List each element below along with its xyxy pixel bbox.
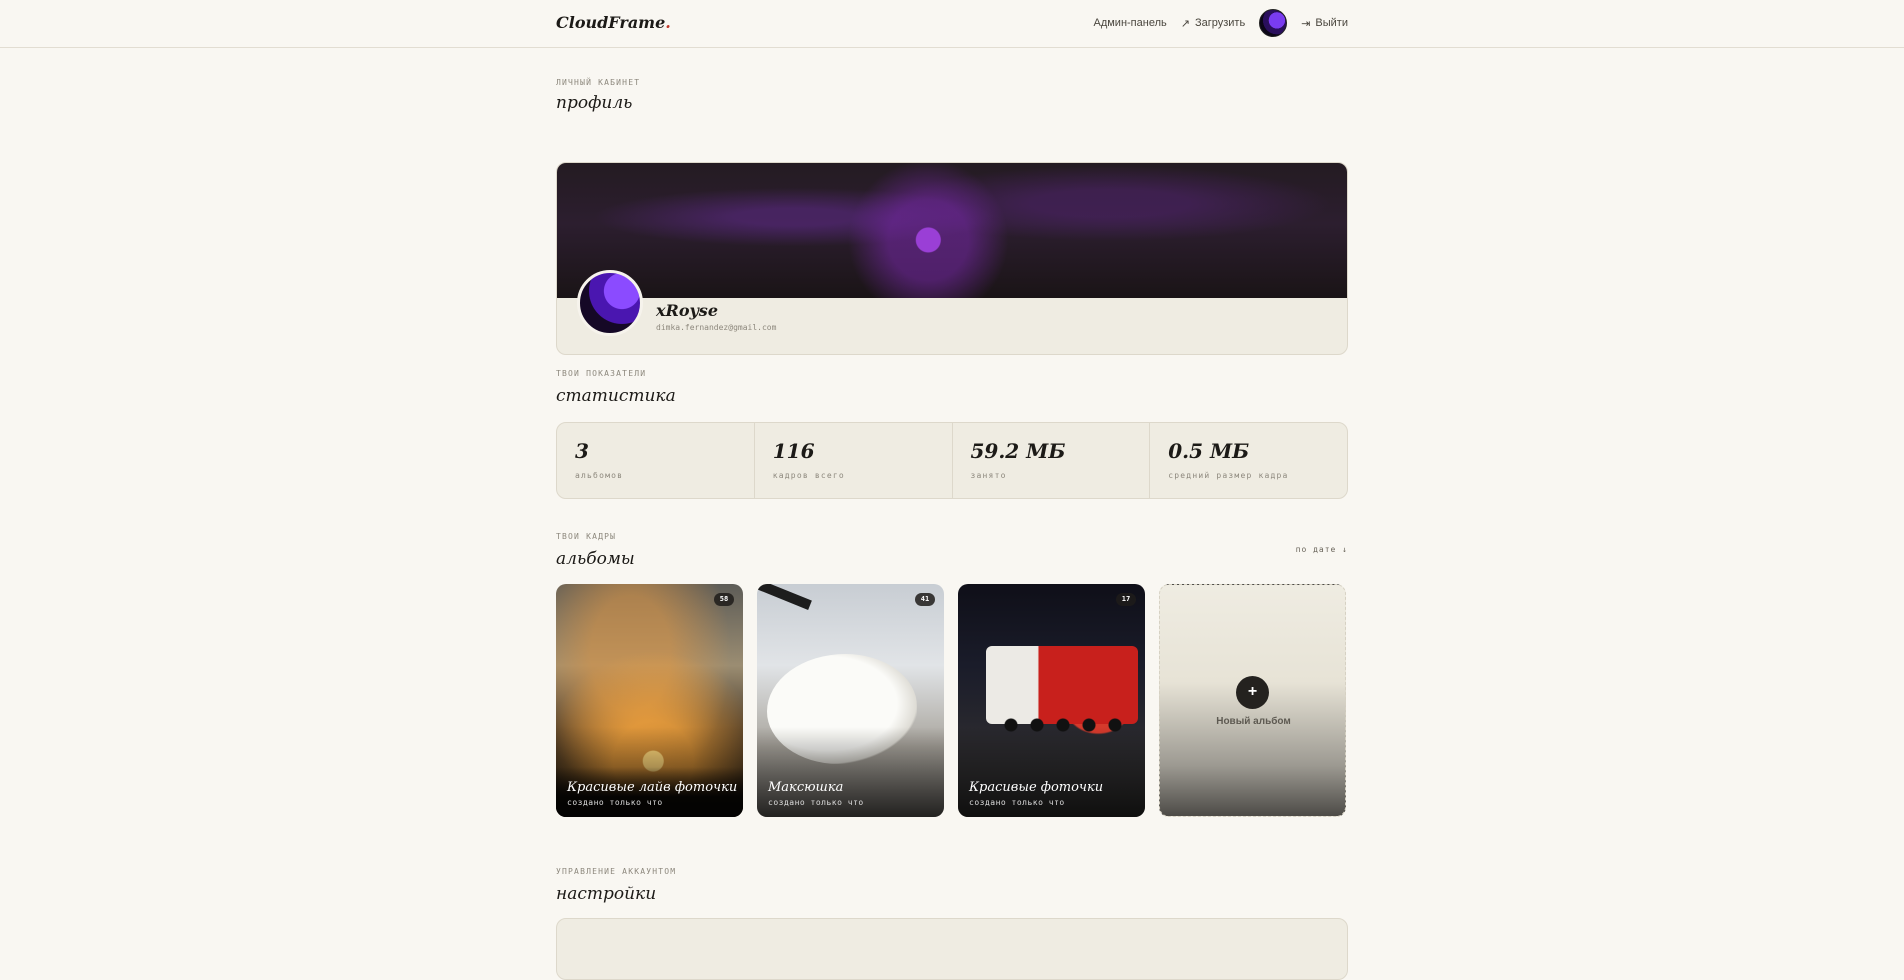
stat-average-size: 0.5 МБ средний размер кадра	[1150, 423, 1347, 498]
logo-text: CloudFrame	[556, 13, 666, 32]
new-album-label: Новый альбом	[1216, 716, 1291, 727]
albums-eyebrow: твои кадры	[556, 532, 617, 541]
logout-link[interactable]: ⇥ Выйти	[1301, 17, 1348, 30]
stats-title: статистика	[556, 386, 676, 406]
admin-panel-link[interactable]: Админ-панель	[1093, 17, 1166, 29]
top-navigation-bar: CloudFrame. Админ-панель ↗ Загрузить ⇥ В…	[0, 0, 1904, 48]
plus-icon[interactable]: +	[1236, 676, 1269, 709]
album-card[interactable]: 58 Красивые лайв фоточки создано только …	[556, 584, 743, 817]
profile-card: xRoyse dimka.fernandez@gmail.com	[556, 162, 1348, 355]
stat-used-space: 59.2 МБ занято	[953, 423, 1151, 498]
stat-value: 116	[772, 439, 815, 463]
stats-eyebrow: твои показатели	[556, 369, 647, 378]
upload-link[interactable]: ↗ Загрузить	[1181, 17, 1245, 30]
albums-grid: 58 Красивые лайв фоточки создано только …	[556, 584, 1346, 817]
logo-dot: .	[665, 13, 671, 32]
profile-name: xRoyse	[656, 301, 718, 320]
stat-value: 59.2 МБ	[970, 439, 1066, 463]
arrow-up-right-icon: ↗	[1180, 17, 1190, 30]
album-cover-detail	[757, 584, 812, 610]
stat-label: альбомов	[575, 471, 624, 480]
stat-frames-total: 116 кадров всего	[755, 423, 953, 498]
profile-avatar[interactable]	[577, 270, 643, 336]
profile-cover-image	[557, 163, 1347, 298]
album-cover-image	[986, 646, 1138, 724]
new-album-card[interactable]: + Новый альбом	[1159, 584, 1346, 817]
album-count-badge: 17	[1116, 593, 1136, 606]
stat-label: кадров всего	[772, 471, 845, 480]
album-title: Максюшка	[768, 780, 844, 795]
profile-title: профиль	[556, 93, 633, 113]
settings-title: настройки	[556, 884, 657, 904]
album-title: Красивые фоточки	[969, 780, 1104, 795]
settings-eyebrow: управление аккаунтом	[556, 867, 677, 876]
profile-eyebrow: личный кабинет	[556, 78, 641, 87]
profile-email: dimka.fernandez@gmail.com	[656, 323, 777, 332]
album-count-badge: 58	[714, 593, 734, 606]
stat-albums: 3 альбомов	[557, 423, 755, 498]
album-card[interactable]: 41 Максюшка создано только что	[757, 584, 944, 817]
album-subtitle: создано только что	[768, 798, 864, 807]
logo[interactable]: CloudFrame.	[556, 13, 671, 32]
album-subtitle: создано только что	[567, 798, 663, 807]
album-count-badge: 41	[915, 593, 935, 606]
stats-panel: 3 альбомов 116 кадров всего 59.2 МБ заня…	[556, 422, 1348, 499]
stat-value: 3	[575, 439, 589, 463]
upload-label: Загрузить	[1194, 17, 1246, 29]
album-subtitle: создано только что	[969, 798, 1065, 807]
sort-by-date-button[interactable]: по дате ↓	[1296, 545, 1348, 554]
user-avatar[interactable]	[1259, 9, 1288, 37]
stat-label: занято	[970, 471, 1007, 480]
logout-label: Выйти	[1315, 17, 1348, 29]
albums-title: альбомы	[556, 549, 635, 569]
nav-links: Админ-панель ↗ Загрузить ⇥ Выйти	[1093, 9, 1348, 37]
logout-icon: ⇥	[1301, 17, 1311, 30]
stat-label: средний размер кадра	[1168, 471, 1289, 480]
profile-section: личный кабинет профиль xRoyse dimka.fern…	[556, 78, 1348, 355]
stat-value: 0.5 МБ	[1168, 439, 1250, 463]
admin-panel-label: Админ-панель	[1093, 17, 1167, 29]
album-card[interactable]: 17 Красивые фоточки создано только что	[958, 584, 1145, 817]
settings-card	[556, 918, 1348, 980]
album-title: Красивые лайв фоточки	[567, 780, 738, 795]
